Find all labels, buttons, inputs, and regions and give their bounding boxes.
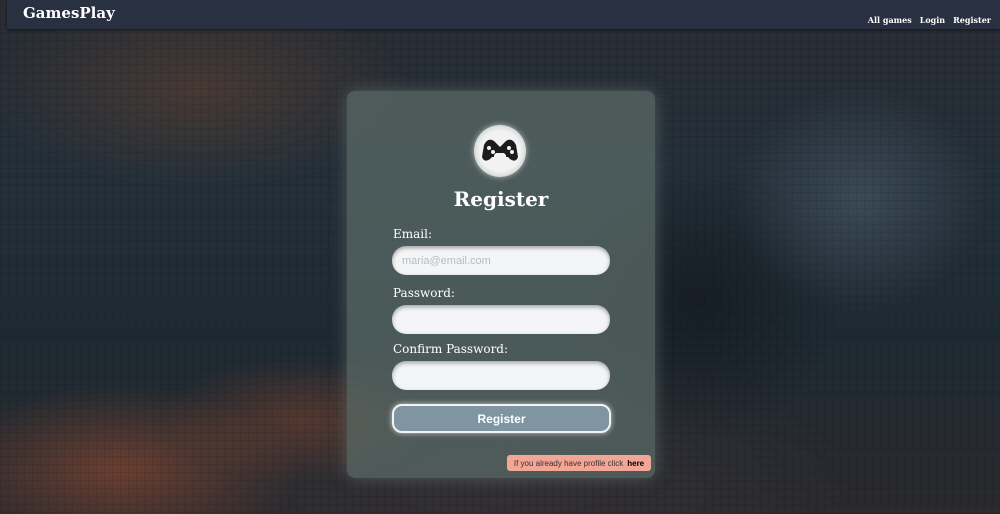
brand-logo-text[interactable]: GamesPlay xyxy=(23,4,115,22)
nav-links: All games Login Register xyxy=(868,15,991,25)
confirm-password-input[interactable] xyxy=(392,361,610,390)
form-title: Register xyxy=(453,187,549,211)
confirm-password-label: Confirm Password: xyxy=(393,342,509,356)
nav-link-register[interactable]: Register xyxy=(953,15,991,25)
login-hint-badge: If you already have profile click here xyxy=(507,455,651,471)
password-label: Password: xyxy=(393,286,455,300)
gamepad-icon xyxy=(482,139,518,161)
nav-link-login[interactable]: Login xyxy=(920,15,945,25)
login-hint-text: If you already have profile click xyxy=(513,458,624,468)
login-here-link[interactable]: here xyxy=(627,459,644,468)
register-button[interactable]: Register xyxy=(392,404,611,433)
email-label: Email: xyxy=(393,227,433,241)
password-input[interactable] xyxy=(392,305,610,334)
email-input[interactable] xyxy=(392,246,610,275)
gamepad-logo-icon xyxy=(474,125,526,177)
top-navbar: GamesPlay All games Login Register xyxy=(7,0,1000,29)
register-form-card: Register Email: Password: Confirm Passwo… xyxy=(347,91,655,478)
nav-link-all-games[interactable]: All games xyxy=(868,15,912,25)
